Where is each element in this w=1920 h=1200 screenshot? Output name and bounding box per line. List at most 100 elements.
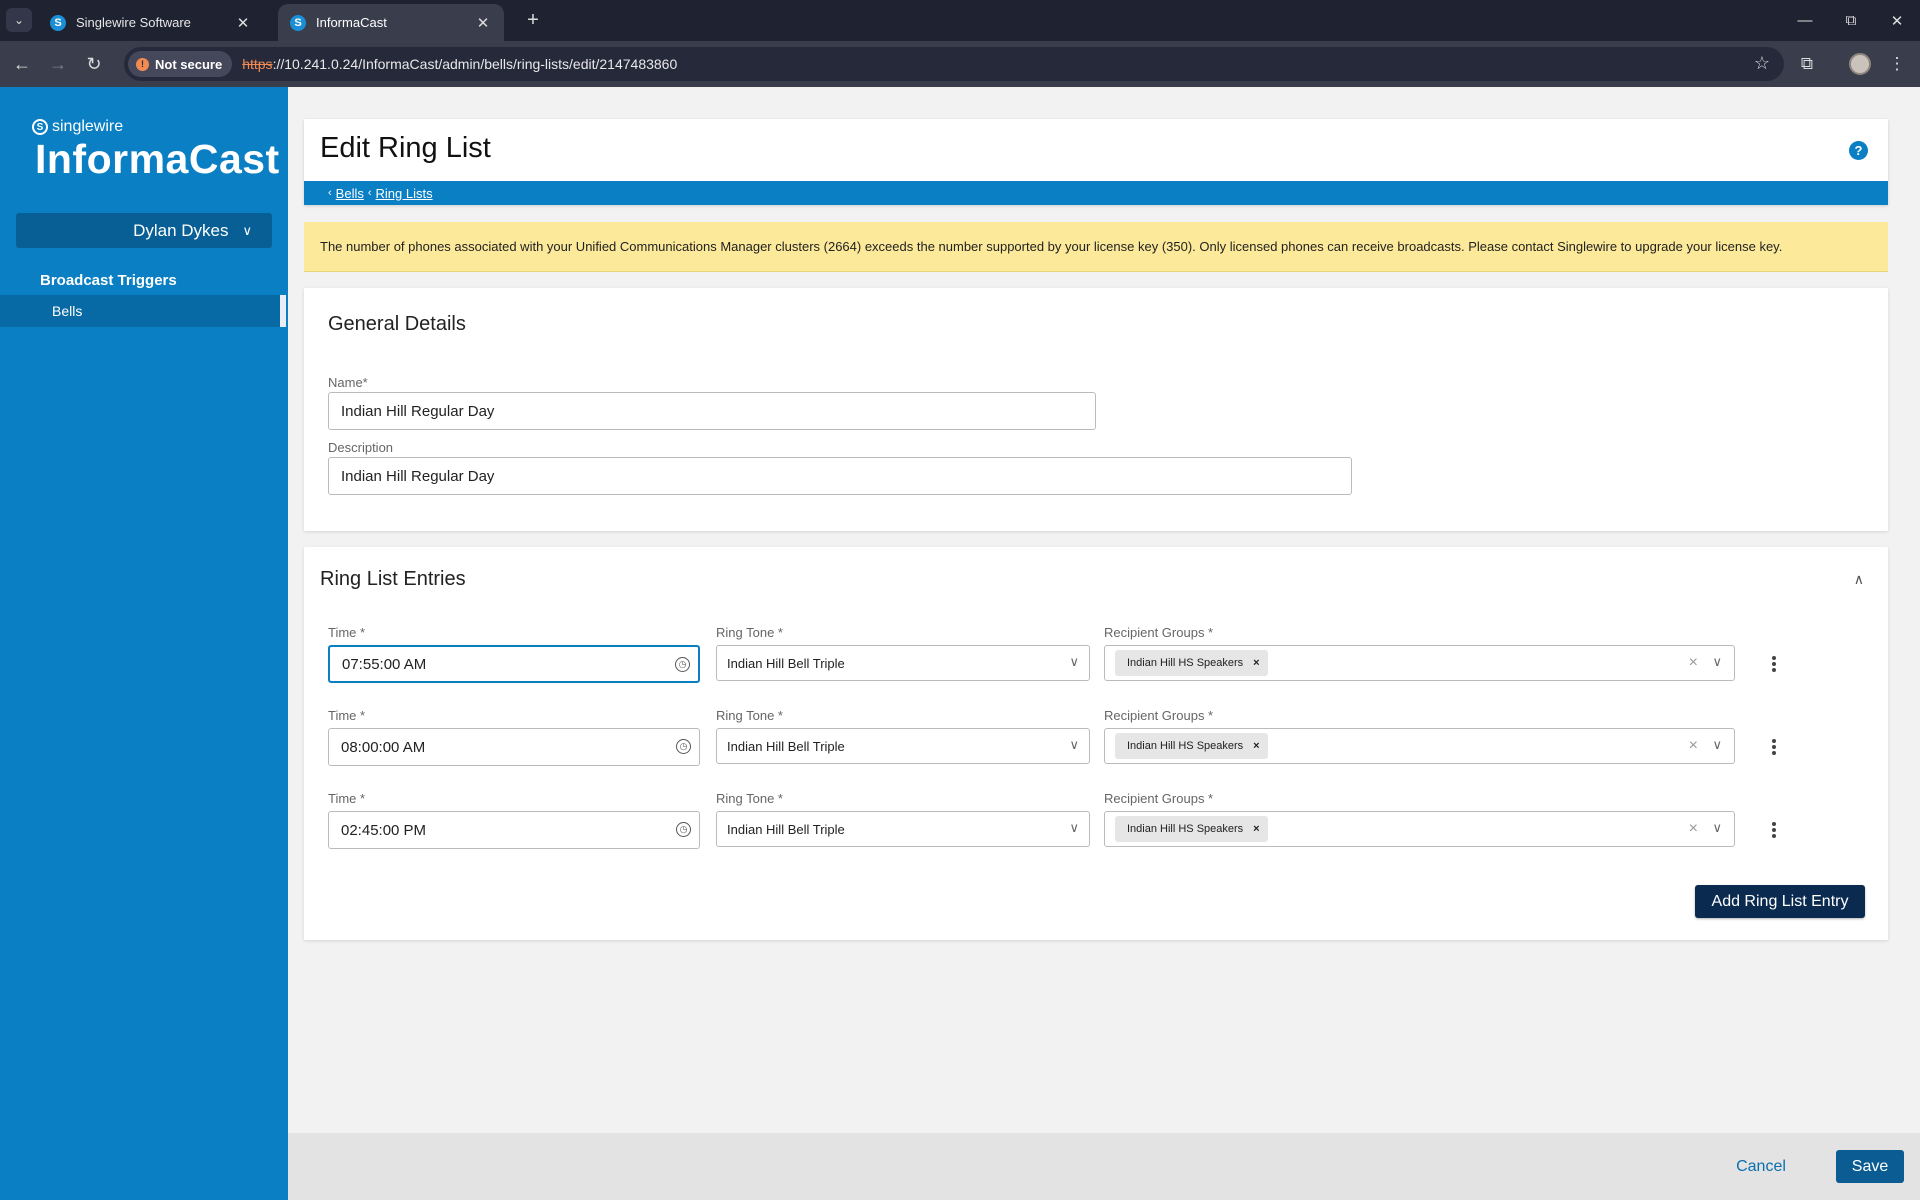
time-value: 08:00:00 AM (341, 738, 426, 756)
time-label: Time * (328, 625, 366, 640)
user-menu-button[interactable]: Dylan Dykes ∨ (16, 213, 272, 248)
new-tab-plus-icon[interactable]: + (520, 8, 546, 32)
reload-icon[interactable]: ↻ (80, 50, 108, 78)
extensions-puzzle-icon[interactable]: ⧉ (1793, 50, 1821, 78)
chip-label: Indian Hill HS Speakers (1127, 657, 1244, 669)
minimize-icon[interactable]: — (1782, 0, 1828, 41)
recipient-groups-select[interactable]: Indian Hill HS Speakers × × ∨ (1104, 811, 1735, 847)
remove-chip-icon[interactable]: × (1253, 657, 1259, 669)
save-button[interactable]: Save (1836, 1150, 1904, 1183)
forward-arrow-icon[interactable]: → (44, 50, 72, 78)
clear-selection-icon[interactable]: × (1689, 654, 1698, 672)
browser-menu-icon[interactable]: ⋮ (1883, 50, 1911, 78)
chevron-up-icon[interactable]: ∧ (1854, 571, 1864, 588)
browser-tab-bar: ⌄ S Singlewire Software ✕ S InformaCast … (0, 0, 1920, 41)
recipient-group-chip: Indian Hill HS Speakers × (1115, 816, 1268, 842)
chip-label: Indian Hill HS Speakers (1127, 740, 1244, 752)
security-chip[interactable]: ! Not secure (128, 51, 233, 77)
profile-avatar[interactable] (1849, 53, 1871, 75)
close-icon[interactable]: ✕ (234, 14, 252, 32)
chip-label: Indian Hill HS Speakers (1127, 823, 1244, 835)
remove-chip-icon[interactable]: × (1253, 740, 1259, 752)
recipient-groups-label: Recipient Groups * (1104, 708, 1214, 723)
breadcrumb: ‹ Bells ‹ Ring Lists (304, 181, 1888, 205)
recipient-groups-label: Recipient Groups * (1104, 625, 1214, 640)
clock-icon[interactable]: ◷ (676, 822, 691, 837)
chevron-down-icon[interactable]: ∨ (1712, 820, 1722, 836)
chevron-down-icon: ∨ (1069, 820, 1079, 835)
name-label: Name* (328, 375, 368, 390)
sidebar (0, 87, 288, 1200)
ring-list-entries-card: Ring List Entries ∧ Time * Ring Tone * R… (304, 547, 1888, 940)
close-icon[interactable]: ✕ (474, 14, 492, 32)
sidebar-item-bells[interactable]: Bells (0, 295, 280, 327)
time-value: 07:55:00 AM (342, 655, 427, 673)
time-input[interactable]: 07:55:00 AM ◷ (328, 645, 700, 683)
chevron-down-icon[interactable]: ∨ (1712, 654, 1722, 670)
description-input[interactable]: Indian Hill Regular Day (328, 457, 1352, 495)
breadcrumb-link-ring-lists[interactable]: Ring Lists (376, 186, 433, 201)
breadcrumb-link-bells[interactable]: Bells (336, 186, 364, 201)
nav-heading-broadcast-triggers[interactable]: Broadcast Triggers (40, 272, 177, 289)
ring-tone-select[interactable]: Indian Hill Bell Triple ∨ (716, 728, 1090, 764)
cancel-button[interactable]: Cancel (1720, 1152, 1802, 1182)
time-input[interactable]: 02:45:00 PM ◷ (328, 811, 700, 849)
chevron-down-icon: ∨ (1069, 654, 1079, 669)
ring-tone-value: Indian Hill Bell Triple (727, 655, 845, 671)
ring-tone-select[interactable]: Indian Hill Bell Triple ∨ (716, 645, 1090, 681)
restore-icon[interactable]: ⧉ (1828, 0, 1874, 41)
singlewire-s-icon: S (290, 14, 306, 31)
entry-more-options-icon[interactable] (1766, 736, 1782, 758)
chevron-left-icon: ‹ (328, 187, 332, 199)
entry-more-options-icon[interactable] (1766, 653, 1782, 675)
clock-icon[interactable]: ◷ (676, 739, 691, 754)
footer-action-bar (288, 1133, 1920, 1200)
recipient-groups-label: Recipient Groups * (1104, 791, 1214, 806)
section-title-ring-list-entries: Ring List Entries (320, 568, 466, 590)
recipient-groups-select[interactable]: Indian Hill HS Speakers × × ∨ (1104, 728, 1735, 764)
informacast-logo: InformaCast (35, 136, 280, 182)
window-close-icon[interactable]: ✕ (1874, 0, 1920, 41)
back-arrow-icon[interactable]: ← (8, 50, 36, 78)
active-item-marker (280, 295, 286, 327)
browser-tab-singlewire[interactable]: S Singlewire Software ✕ (38, 4, 264, 41)
browser-tab-informacast[interactable]: S InformaCast ✕ (278, 4, 504, 41)
clear-selection-icon[interactable]: × (1689, 820, 1698, 838)
time-input[interactable]: 08:00:00 AM ◷ (328, 728, 700, 766)
user-name: Dylan Dykes (133, 220, 229, 240)
recipient-group-chip: Indian Hill HS Speakers × (1115, 650, 1268, 676)
general-details-card: General Details Name* Indian Hill Regula… (304, 288, 1888, 531)
ring-tone-label: Ring Tone * (716, 625, 783, 640)
page-header: Edit Ring List ? ‹ Bells ‹ Ring Lists (304, 119, 1888, 205)
browser-toolbar: ← → ↻ ! Not secure https://10.241.0.24/I… (0, 41, 1920, 87)
singlewire-logo: S singlewire (32, 118, 123, 136)
bookmark-star-icon[interactable]: ☆ (1754, 53, 1770, 74)
ring-list-entry-row: Time * Ring Tone * Recipient Groups * 07… (304, 625, 1888, 687)
name-input[interactable]: Indian Hill Regular Day (328, 392, 1096, 430)
page-title: Edit Ring List (320, 132, 491, 164)
description-label: Description (328, 440, 394, 455)
url-path: ://10.241.0.24/InformaCast/admin/bells/r… (272, 56, 678, 72)
clock-icon[interactable]: ◷ (675, 657, 690, 672)
url-scheme: https (242, 56, 273, 72)
address-bar[interactable]: ! Not secure https://10.241.0.24/Informa… (124, 47, 1784, 81)
url-text[interactable]: https://10.241.0.24/InformaCast/admin/be… (242, 56, 677, 72)
add-ring-list-entry-button[interactable]: Add Ring List Entry (1695, 885, 1865, 918)
time-value: 02:45:00 PM (341, 821, 427, 839)
chevron-down-icon[interactable]: ∨ (1712, 737, 1722, 753)
ring-tone-label: Ring Tone * (716, 708, 783, 723)
remove-chip-icon[interactable]: × (1253, 823, 1259, 835)
tab-title: Singlewire Software (76, 15, 191, 30)
ring-tone-value: Indian Hill Bell Triple (727, 738, 845, 754)
license-warning-text: The number of phones associated with you… (320, 239, 1783, 254)
clear-selection-icon[interactable]: × (1689, 737, 1698, 755)
sidebar-item-label: Bells (52, 303, 83, 319)
brand-small-text: singlewire (52, 118, 124, 135)
tab-search-chevron-icon[interactable]: ⌄ (6, 8, 32, 32)
section-title-general-details: General Details (328, 313, 466, 335)
entry-more-options-icon[interactable] (1766, 819, 1782, 841)
time-label: Time * (328, 708, 366, 723)
recipient-groups-select[interactable]: Indian Hill HS Speakers × × ∨ (1104, 645, 1735, 681)
help-icon[interactable]: ? (1849, 141, 1868, 160)
ring-tone-select[interactable]: Indian Hill Bell Triple ∨ (716, 811, 1090, 847)
